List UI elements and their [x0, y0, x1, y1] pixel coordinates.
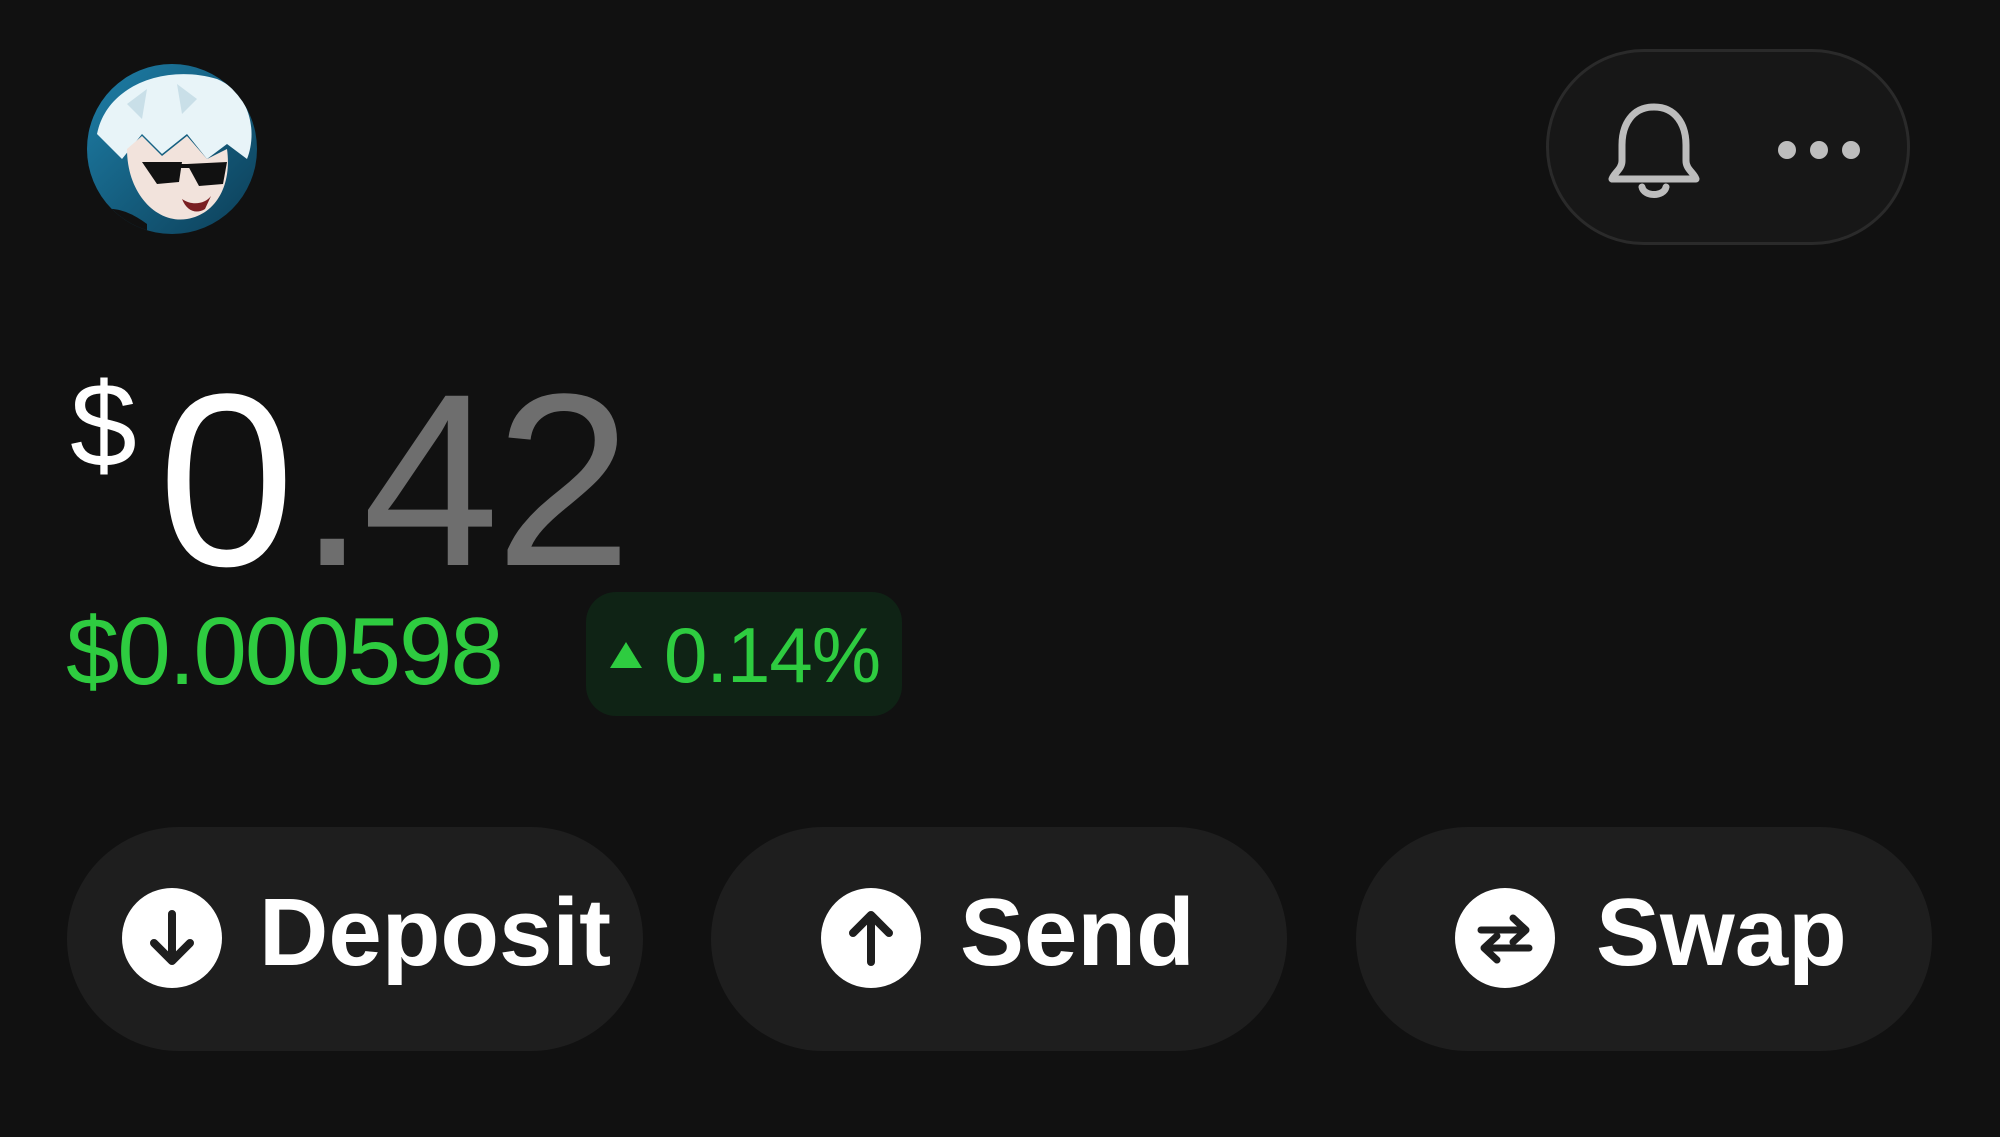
more-horizontal-icon [1778, 141, 1860, 159]
token-price: $0.000598 [66, 598, 504, 705]
swap-label: Swap [1596, 879, 1847, 986]
more-options-button[interactable] [1769, 122, 1869, 178]
header-actions [1546, 49, 1910, 245]
deposit-button[interactable]: Deposit [67, 827, 643, 1051]
arrow-up-circle-icon [821, 888, 921, 988]
bell-icon [1608, 103, 1700, 198]
price-change-value: 0.14% [664, 611, 881, 699]
avatar-image [87, 64, 257, 234]
swap-arrows-icon [1455, 888, 1555, 988]
send-label: Send [960, 879, 1195, 986]
avatar[interactable] [87, 64, 257, 234]
price-change-badge: 0.14% [586, 592, 902, 716]
deposit-label: Deposit [259, 879, 612, 986]
notifications-button[interactable] [1604, 99, 1704, 203]
balance-whole: 0 [158, 343, 295, 618]
swap-button[interactable]: Swap [1356, 827, 1932, 1051]
send-button[interactable]: Send [711, 827, 1287, 1051]
balance-currency-symbol: $ [70, 358, 137, 492]
triangle-up-icon [610, 642, 642, 668]
balance-fraction: .42 [298, 343, 632, 618]
arrow-down-circle-icon [122, 888, 222, 988]
